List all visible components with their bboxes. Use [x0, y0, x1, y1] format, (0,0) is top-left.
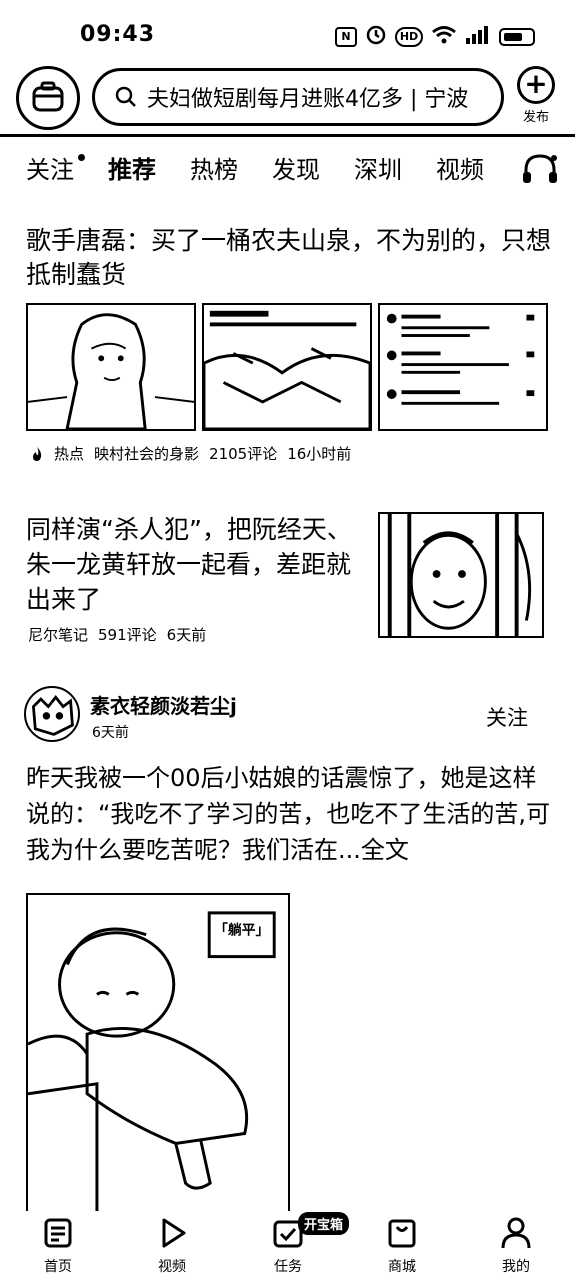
treasure-box-badge[interactable]: 开宝箱: [298, 1212, 350, 1235]
search-bar[interactable]: 夫妇做短剧每月进账4亿多 | 宁波: [92, 68, 504, 126]
header-divider: [0, 134, 575, 137]
app-logo-icon[interactable]: [16, 66, 80, 130]
plus-icon: +: [517, 66, 555, 104]
image-caption: 「躺平」: [214, 922, 269, 939]
publish-button[interactable]: + 发布: [510, 66, 562, 125]
tab-follow[interactable]: 关注: [26, 150, 74, 185]
post-text[interactable]: 昨天我被一个00后小姑娘的话震惊了，她是这样说的：“我吃不了学习的苦，也吃不了生…: [26, 760, 556, 868]
article-image-row[interactable]: [26, 303, 548, 431]
nav-label: 视频: [158, 1259, 186, 1275]
article-time: 16小时前: [287, 445, 352, 463]
channel-tabs: 关注 推荐 热榜 发现 深圳 视频: [0, 150, 575, 196]
nfc-icon: N: [335, 27, 357, 47]
nav-label: 我的: [502, 1259, 530, 1275]
post-time: 6天前: [92, 725, 129, 741]
article-thumbnail[interactable]: [378, 512, 544, 638]
post-author[interactable]: 素衣轻颜淡若尘j: [90, 690, 237, 719]
notification-dot: [78, 154, 85, 161]
fire-icon: [33, 446, 42, 461]
article-meta: 尼尔笔记 591评论 6天前: [28, 624, 206, 645]
status-icons: N HD: [335, 24, 535, 50]
article-source[interactable]: 尼尔笔记: [28, 624, 88, 645]
status-time: 09:43: [80, 22, 156, 47]
nav-item-me[interactable]: 我的: [486, 1216, 546, 1276]
headphone-icon[interactable]: [520, 152, 560, 186]
top-header: 夫妇做短剧每月进账4亿多 | 宁波 + 发布: [0, 62, 575, 140]
article-meta: 热点 映村社会的身影 2105评论 16小时前: [30, 443, 351, 464]
article-title[interactable]: 歌手唐磊：买了一桶农夫山泉，不为别的，只想抵制蠢货: [26, 224, 556, 292]
status-bar: 09:43 N HD: [0, 0, 575, 62]
avatar[interactable]: [24, 686, 80, 742]
bottom-nav: 首页 视频 任务 商城 我的: [0, 1212, 575, 1280]
wifi-icon: [431, 25, 457, 49]
article-source[interactable]: 映村社会的身影: [94, 443, 199, 464]
nav-item-home[interactable]: 首页: [28, 1216, 88, 1276]
signal-icon: [465, 25, 491, 49]
home-doc-icon: [44, 1218, 72, 1248]
post-image[interactable]: 「躺平」: [26, 893, 290, 1211]
tab-video[interactable]: 视频: [436, 150, 484, 185]
tab-discover[interactable]: 发现: [272, 150, 320, 185]
nav-item-video[interactable]: 视频: [142, 1216, 202, 1276]
article-title[interactable]: 同样演“杀人犯”，把阮经天、朱一龙黄轩放一起看，差距就出来了: [26, 512, 366, 617]
nav-label: 首页: [44, 1259, 72, 1275]
person-icon: [501, 1217, 531, 1249]
search-query: 夫妇做短剧每月进账4亿多 | 宁波: [147, 87, 469, 112]
nav-label: 商城: [388, 1259, 416, 1275]
play-icon: [162, 1218, 186, 1248]
shop-bag-icon: [388, 1219, 416, 1248]
article-time: 6天前: [166, 626, 207, 644]
article-image-screenshot: [202, 303, 372, 431]
tab-shenzhen[interactable]: 深圳: [354, 150, 402, 185]
hot-badge: 热点: [54, 445, 85, 463]
nav-label: 任务: [274, 1259, 302, 1275]
nav-item-shop[interactable]: 商城: [372, 1216, 432, 1276]
battery-icon: [499, 28, 535, 46]
tab-hot-list[interactable]: 热榜: [190, 150, 238, 185]
article-image-comments: [378, 303, 548, 431]
hd-icon: HD: [395, 27, 423, 47]
follow-button[interactable]: 关注: [486, 702, 528, 732]
publish-label: 发布: [522, 110, 549, 125]
article-image-portrait: [26, 303, 196, 431]
alarm-icon: [365, 24, 387, 50]
comment-count: 2105评论: [209, 445, 278, 463]
tab-recommend[interactable]: 推荐: [108, 150, 156, 185]
comment-count: 591评论: [98, 626, 157, 644]
search-icon: [115, 86, 136, 107]
